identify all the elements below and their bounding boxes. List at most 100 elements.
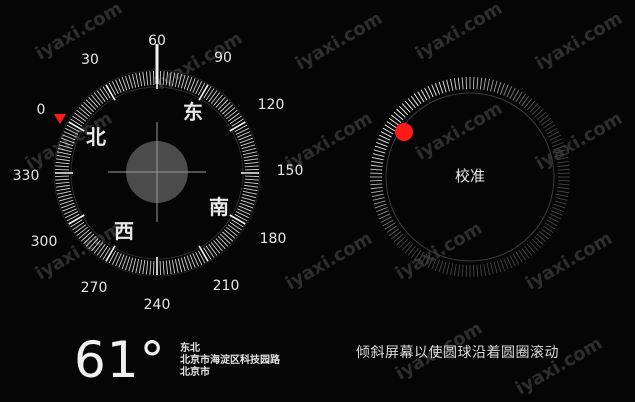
tick-label-300: 300 xyxy=(31,234,58,250)
calibration-tick xyxy=(434,83,440,95)
dial-tick xyxy=(145,260,149,275)
cardinal-north: 北 xyxy=(86,125,106,149)
calibration-tick xyxy=(493,80,498,93)
dial-tick xyxy=(108,250,117,264)
dial-tick xyxy=(219,101,231,113)
calibration-tick xyxy=(372,197,385,201)
dial-tick xyxy=(229,115,242,125)
dial-tick xyxy=(242,151,257,156)
dial-tick xyxy=(162,260,165,275)
calibration-tick xyxy=(438,81,444,94)
dial-tick xyxy=(88,96,99,108)
dial-tick xyxy=(66,213,80,222)
dial-tick xyxy=(213,94,223,106)
tick-label-150: 150 xyxy=(277,163,304,179)
calibration-tick xyxy=(500,259,506,271)
calibration-tick xyxy=(377,210,389,216)
dial-tick xyxy=(131,258,137,273)
dial-tick xyxy=(244,158,259,162)
dial-tick xyxy=(165,260,169,275)
calibration-tick xyxy=(401,241,411,251)
dial-tick xyxy=(174,258,179,273)
dial-tick xyxy=(217,235,229,247)
calibration-tick xyxy=(376,141,388,147)
dial-tick xyxy=(203,86,212,99)
north-marker-icon xyxy=(54,114,66,124)
dial-tick xyxy=(208,243,218,256)
calibration-tick xyxy=(556,190,569,194)
calibration-tick xyxy=(376,207,388,213)
calibration-tick xyxy=(446,79,450,92)
calibration-tick xyxy=(486,78,490,91)
dial-tick xyxy=(91,94,101,106)
dial-tick xyxy=(149,71,152,86)
calibration-tick xyxy=(476,264,479,277)
dial-tick xyxy=(244,165,259,168)
calibration-tick xyxy=(370,168,383,171)
calibration-tick xyxy=(503,84,509,96)
calibration-tick xyxy=(534,108,544,118)
calibration-tick xyxy=(493,261,498,274)
calibration-tick xyxy=(461,77,464,90)
calibration-tick xyxy=(483,78,487,91)
watermark: iyaxi.com xyxy=(32,0,126,64)
calibration-tick xyxy=(377,138,389,144)
calibration-tick xyxy=(479,264,483,277)
watermark: iyaxi.com xyxy=(412,0,506,64)
dial-tick xyxy=(102,86,111,99)
calibration-tick xyxy=(503,258,509,270)
dial-tick xyxy=(56,187,71,192)
calibration-tick xyxy=(500,83,506,95)
dial-tick xyxy=(74,224,87,234)
calibration-tick xyxy=(398,105,409,116)
dial-tick xyxy=(197,250,206,264)
dial-tick xyxy=(219,233,231,245)
dial-tick xyxy=(205,88,215,101)
dial-tick xyxy=(177,258,183,273)
calibration-tick xyxy=(457,77,461,90)
dial-tick xyxy=(74,112,87,122)
dial-tick xyxy=(197,82,206,96)
calibration-tick xyxy=(531,238,542,249)
dial-tick xyxy=(244,178,259,181)
dial-tick xyxy=(142,71,146,86)
calibration-tick xyxy=(555,197,568,201)
dial-tick xyxy=(180,257,186,272)
watermark: iyaxi.com xyxy=(392,218,486,284)
calibration-tick xyxy=(557,183,570,186)
dial-tick xyxy=(96,90,106,103)
calibration-tick xyxy=(374,203,387,209)
dial-tick xyxy=(210,242,221,254)
dial-tick xyxy=(231,219,244,228)
dial-tick xyxy=(128,257,134,272)
dial-tick xyxy=(244,184,259,188)
dial-tick xyxy=(227,224,240,234)
calibration-tick xyxy=(431,84,437,96)
cardinal-east: 东 xyxy=(183,100,203,124)
calibration-tick xyxy=(370,183,383,186)
calibration-tick xyxy=(552,207,564,213)
dial-tick xyxy=(55,161,70,165)
heading-readout: 61° xyxy=(74,331,166,389)
calibration-tick xyxy=(556,193,569,197)
calibration-tick xyxy=(490,79,494,92)
dial-tick xyxy=(145,71,149,86)
calibration-tick xyxy=(483,263,487,276)
dial-tick xyxy=(57,193,72,199)
calibration-hint: 倾斜屏幕以使圆球沿着圆圈滚动 xyxy=(356,345,559,361)
dial-tick xyxy=(171,259,176,274)
watermark: iyaxi.com xyxy=(412,98,506,164)
calibration-ring: 校准 xyxy=(370,77,570,277)
dial-tick xyxy=(222,104,234,115)
calibration-tick xyxy=(370,164,383,168)
dial-tick xyxy=(55,184,70,188)
calibration-tick xyxy=(531,105,542,116)
dial-tick xyxy=(210,92,221,104)
dial-tick xyxy=(215,238,226,250)
dial-tick xyxy=(128,74,134,89)
calibration-tick xyxy=(371,160,384,164)
calibration-tick xyxy=(442,80,447,93)
calibration-tick xyxy=(461,264,464,277)
dial-tick xyxy=(135,258,140,273)
calibration-tick xyxy=(453,263,457,276)
